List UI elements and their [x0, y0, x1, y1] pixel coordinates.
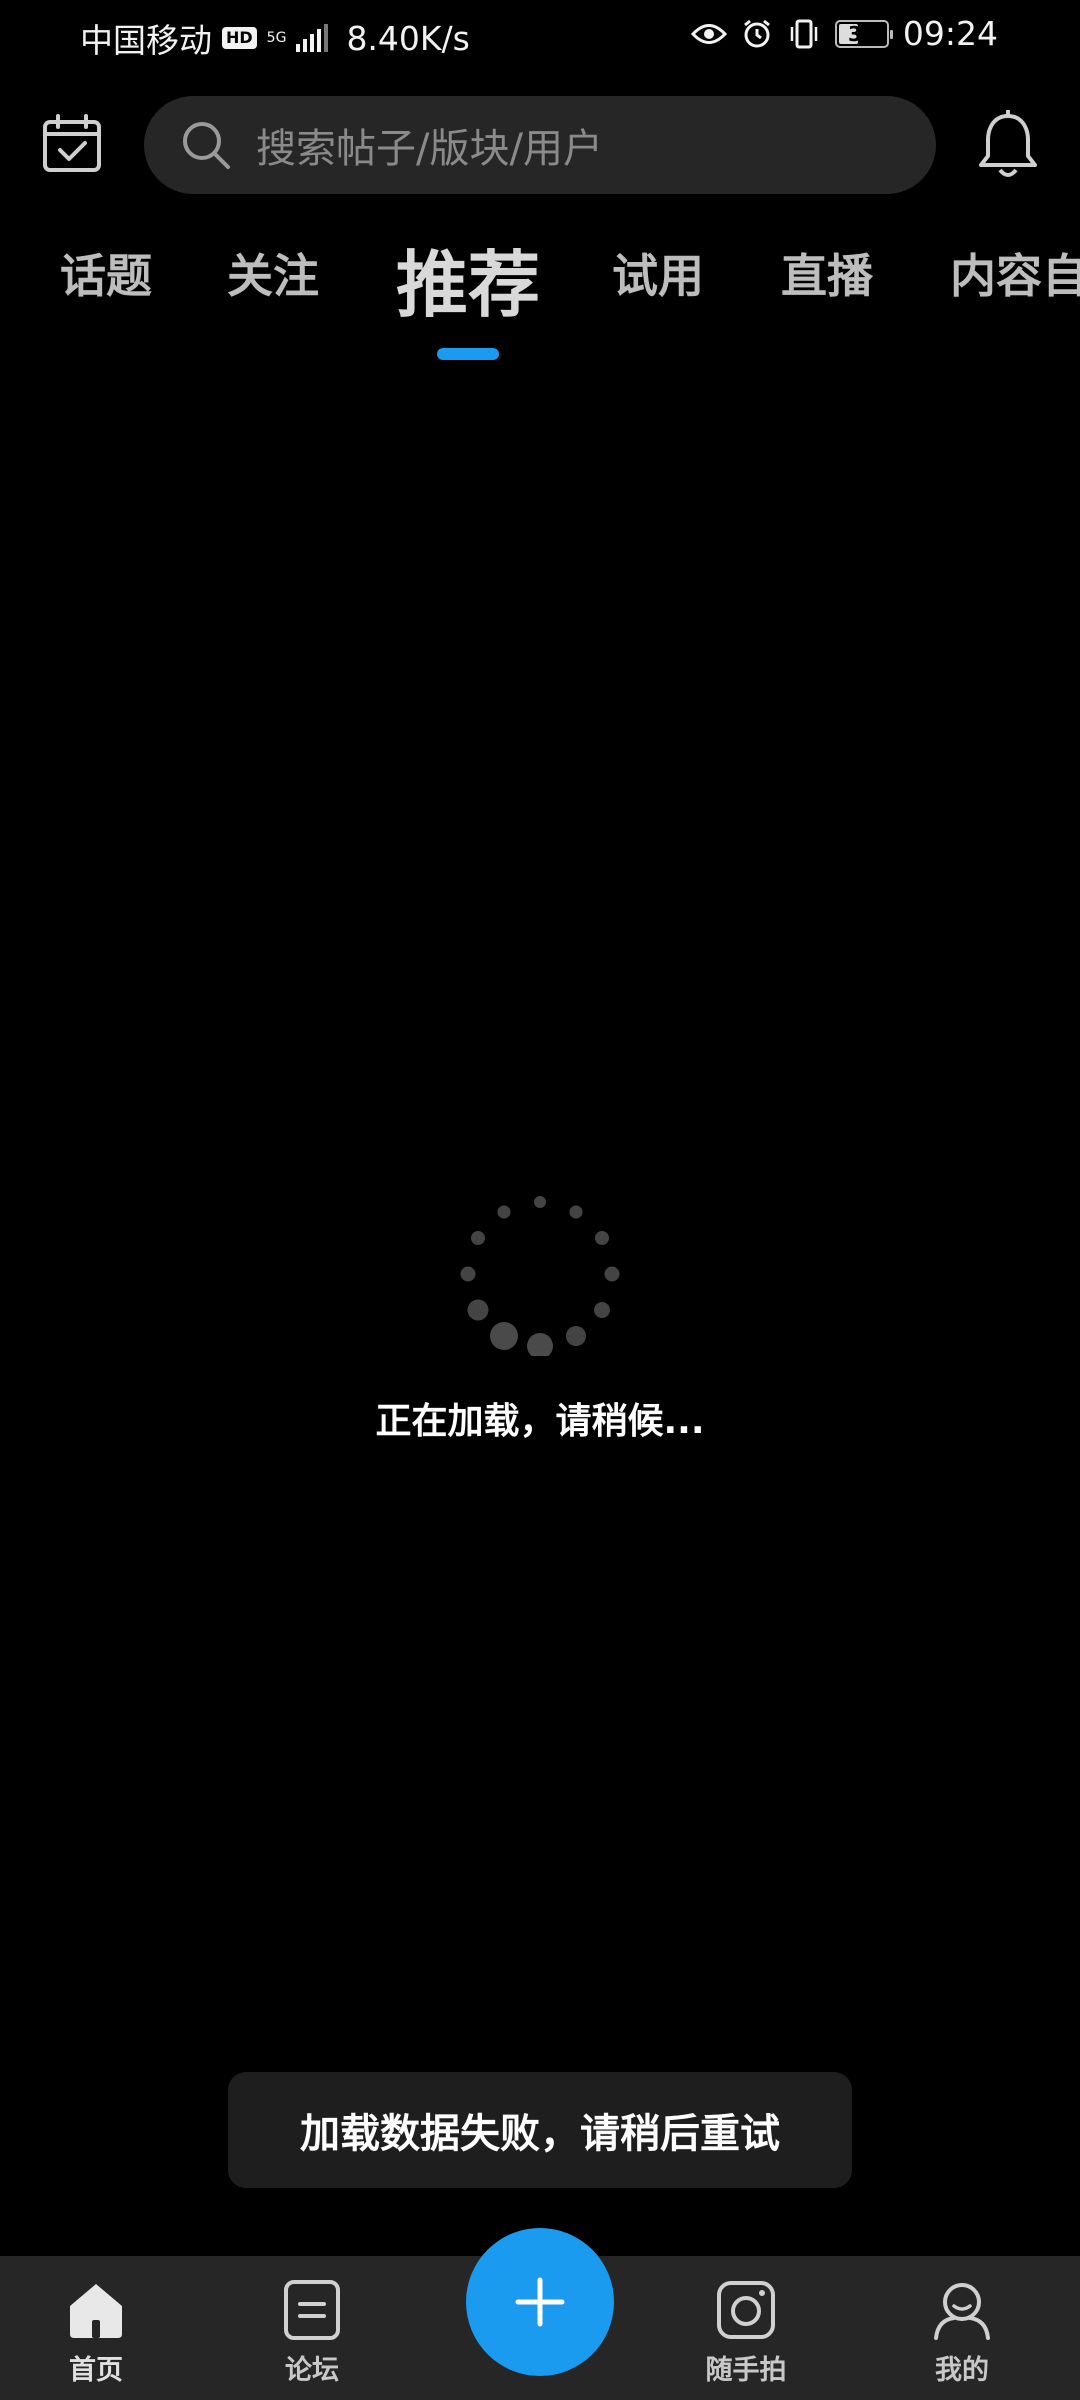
search-bar[interactable]: 搜索帖子/版块/用户: [144, 96, 936, 194]
camera-icon: [717, 2281, 775, 2339]
tab-topics[interactable]: 话题: [60, 240, 152, 306]
add-post-button[interactable]: [466, 2228, 614, 2376]
nav-home-label: 首页: [69, 2355, 123, 2386]
nav-forum[interactable]: 论坛: [242, 2256, 382, 2400]
eye-icon: [690, 23, 727, 44]
profile-icon: [934, 2283, 990, 2340]
battery-level: 38: [847, 21, 876, 46]
error-toast: 加载数据失败，请稍后重试: [228, 2072, 852, 2188]
home-icon: [70, 2284, 122, 2338]
tab-live[interactable]: 直播: [781, 240, 873, 306]
top-header: 搜索帖子/版块/用户: [0, 90, 1080, 200]
tab-trial[interactable]: 试用: [612, 240, 704, 306]
tab-recommended[interactable]: 推荐: [396, 240, 540, 331]
hd-badge: HD: [222, 27, 257, 49]
loading-text: 正在加载，请稍候...: [375, 1401, 705, 1442]
nav-snapshot[interactable]: 随手拍: [676, 2256, 816, 2400]
nav-profile[interactable]: 我的: [892, 2256, 1032, 2400]
search-placeholder: 搜索帖子/版块/用户: [256, 126, 603, 172]
status-right: 38 09:24: [690, 14, 998, 53]
network-type: 5G: [266, 30, 287, 46]
status-left: 中国移动 HD 5G 8.40K/s: [80, 14, 470, 62]
clock: 09:24: [902, 14, 998, 53]
plus-icon: [515, 2277, 565, 2327]
calendar-check-icon[interactable]: [40, 112, 104, 176]
nav-home[interactable]: 首页: [26, 2256, 166, 2400]
status-bar: 中国移动 HD 5G 8.40K/s 38 09:24: [0, 0, 1080, 72]
tab-following[interactable]: 关注: [227, 240, 319, 306]
nav-snapshot-label: 随手拍: [705, 2355, 787, 2386]
loading-spinner-icon: [460, 1196, 620, 1356]
signal-icon: [296, 24, 329, 52]
nav-forum-label: 论坛: [285, 2355, 339, 2386]
search-icon: [183, 122, 230, 169]
nav-profile-label: 我的: [935, 2355, 989, 2386]
bell-icon[interactable]: [976, 110, 1040, 180]
active-tab-indicator: [437, 348, 499, 360]
alarm-icon: [743, 19, 770, 47]
tab-content[interactable]: 内容自: [950, 240, 1080, 306]
net-speed: 8.40K/s: [346, 18, 470, 58]
battery-icon: 38: [834, 19, 893, 48]
category-tabs: 话题 关注 推荐 试用 直播 内容自: [0, 240, 1080, 370]
carrier-label: 中国移动: [80, 21, 212, 60]
forum-icon: [284, 2280, 340, 2340]
vibrate-icon: [790, 19, 818, 48]
